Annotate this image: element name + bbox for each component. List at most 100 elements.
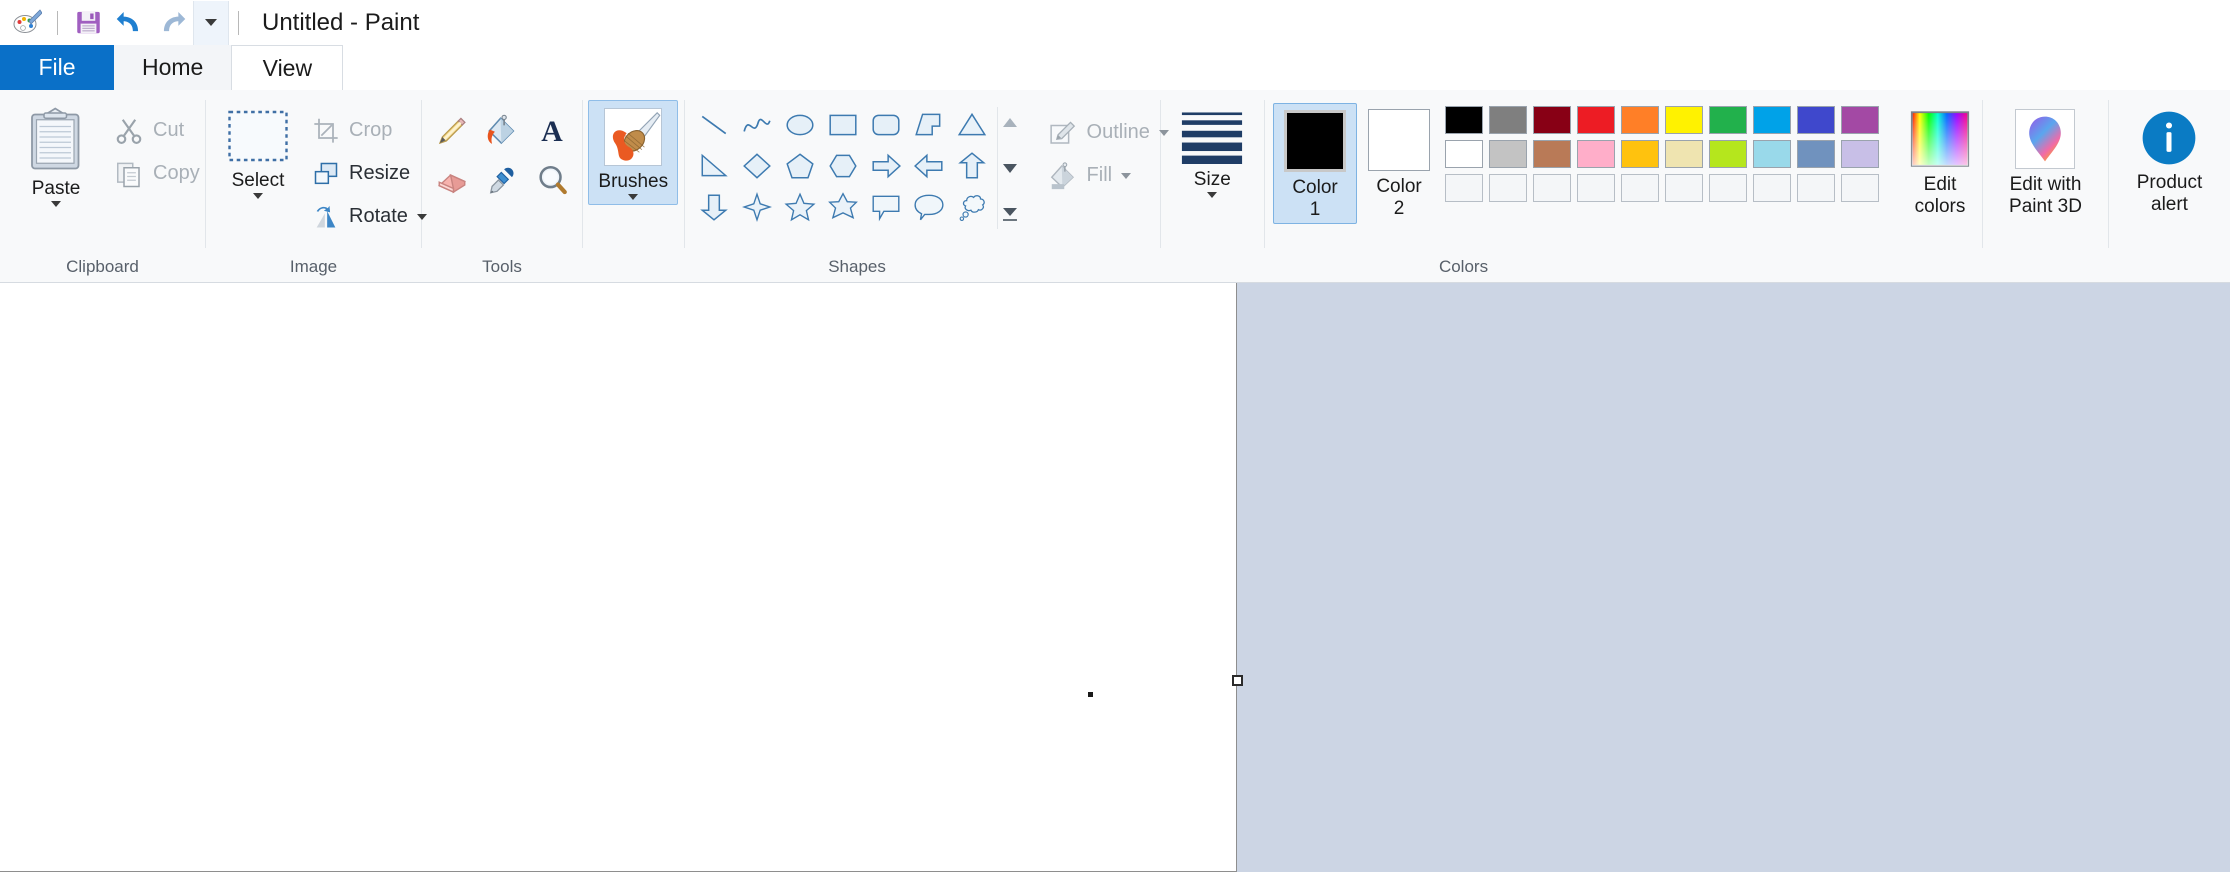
palette-swatch-r1c8[interactable] bbox=[1753, 106, 1792, 134]
size-chevron-down-icon[interactable] bbox=[1207, 192, 1218, 199]
shape-five-point-star[interactable] bbox=[779, 187, 821, 227]
shape-curve[interactable] bbox=[736, 105, 778, 145]
product-alert-button[interactable]: Product alert bbox=[2127, 103, 2212, 218]
paste-button[interactable]: Paste bbox=[10, 103, 102, 211]
magnifier-tool[interactable] bbox=[528, 156, 576, 203]
shapes-gallery bbox=[689, 103, 997, 229]
shape-rectangular-callout[interactable] bbox=[865, 187, 907, 227]
palette-swatch-r1c9[interactable] bbox=[1797, 106, 1836, 134]
color1-button[interactable]: Color 1 bbox=[1273, 103, 1358, 224]
palette-swatch-r2c1[interactable] bbox=[1445, 140, 1484, 168]
custom-swatch-r3c2[interactable] bbox=[1489, 174, 1528, 202]
shape-rounded-callout[interactable] bbox=[908, 187, 950, 227]
image-group-label: Image bbox=[289, 257, 338, 276]
palette-swatch-r2c2[interactable] bbox=[1489, 140, 1528, 168]
text-tool[interactable]: A bbox=[528, 107, 576, 154]
canvas-resize-handle-right[interactable] bbox=[1232, 675, 1243, 686]
shape-diamond[interactable] bbox=[736, 146, 778, 186]
palette-swatch-r2c5[interactable] bbox=[1621, 140, 1660, 168]
color1-label-line1: Color bbox=[1292, 177, 1338, 198]
palette-swatch-r1c1[interactable] bbox=[1445, 106, 1484, 134]
drawing-canvas[interactable] bbox=[0, 283, 1237, 872]
palette-swatch-r1c2[interactable] bbox=[1489, 106, 1528, 134]
select-button[interactable]: Select bbox=[214, 103, 302, 203]
shape-line[interactable] bbox=[693, 105, 735, 145]
palette-swatch-r2c9[interactable] bbox=[1797, 140, 1836, 168]
custom-swatch-r3c4[interactable] bbox=[1577, 174, 1616, 202]
palette-swatch-r1c10[interactable] bbox=[1841, 106, 1880, 134]
shapes-gallery-scrollbar[interactable] bbox=[996, 107, 1022, 229]
undo-icon[interactable] bbox=[109, 2, 151, 44]
custom-swatch-r3c7[interactable] bbox=[1709, 174, 1748, 202]
edit-with-paint3d-button[interactable]: Edit with Paint 3D bbox=[1999, 103, 2092, 220]
shape-right-triangle[interactable] bbox=[693, 146, 735, 186]
palette-swatch-r2c6[interactable] bbox=[1665, 140, 1704, 168]
ribbon-group-clipboard: Paste Cut Copy Clipboard bbox=[0, 90, 205, 282]
eraser-tool[interactable] bbox=[428, 156, 476, 203]
shape-down-arrow[interactable] bbox=[693, 187, 735, 227]
shapes-scroll-down-icon[interactable] bbox=[998, 155, 1022, 181]
custom-swatch-r3c5[interactable] bbox=[1621, 174, 1660, 202]
palette-swatch-r2c4[interactable] bbox=[1577, 140, 1616, 168]
shapes-scroll-up-icon[interactable] bbox=[998, 109, 1022, 135]
shape-polygon[interactable] bbox=[908, 105, 950, 145]
shape-right-arrow[interactable] bbox=[865, 146, 907, 186]
custom-swatch-r3c3[interactable] bbox=[1533, 174, 1572, 202]
tab-home[interactable]: Home bbox=[114, 45, 232, 90]
shape-up-arrow[interactable] bbox=[951, 146, 993, 186]
shape-triangle[interactable] bbox=[951, 105, 993, 145]
fill-button: Fill bbox=[1040, 154, 1177, 197]
palette-swatch-r1c7[interactable] bbox=[1709, 106, 1748, 134]
color-picker-tool[interactable] bbox=[478, 156, 526, 203]
color2-button[interactable]: Color 2 bbox=[1357, 103, 1441, 222]
ribbon-group-shapes: Outline Fill Shapes bbox=[685, 90, 1169, 282]
tab-view[interactable]: View bbox=[231, 45, 344, 90]
shape-rounded-rectangle[interactable] bbox=[865, 105, 907, 145]
app-logo-icon[interactable] bbox=[6, 2, 48, 44]
shape-six-point-star[interactable] bbox=[822, 187, 864, 227]
scissors-icon bbox=[114, 116, 144, 146]
resize-button[interactable]: Resize bbox=[304, 152, 435, 195]
select-chevron-down-icon[interactable] bbox=[253, 193, 263, 200]
paste-chevron-down-icon[interactable] bbox=[51, 201, 61, 208]
rotate-button[interactable]: Rotate bbox=[304, 195, 435, 238]
custom-swatch-r3c1[interactable] bbox=[1445, 174, 1484, 202]
palette-swatch-r2c3[interactable] bbox=[1533, 140, 1572, 168]
custom-swatch-r3c9[interactable] bbox=[1797, 174, 1836, 202]
tab-file[interactable]: File bbox=[0, 45, 114, 90]
customize-quick-access-icon[interactable] bbox=[193, 0, 229, 45]
palette-swatch-r1c3[interactable] bbox=[1533, 106, 1572, 134]
pencil-tool[interactable] bbox=[428, 107, 476, 154]
redo-icon[interactable] bbox=[151, 2, 193, 44]
custom-swatch-r3c8[interactable] bbox=[1753, 174, 1792, 202]
edit-colors-label-line2: colors bbox=[1914, 195, 1966, 217]
fill-with-color-tool[interactable] bbox=[478, 107, 526, 154]
shape-pentagon[interactable] bbox=[779, 146, 821, 186]
palette-swatch-r2c8[interactable] bbox=[1753, 140, 1792, 168]
color-palette[interactable] bbox=[1441, 103, 1882, 205]
shape-left-arrow[interactable] bbox=[908, 146, 950, 186]
palette-swatch-r1c4[interactable] bbox=[1577, 106, 1616, 134]
shape-hexagon[interactable] bbox=[822, 146, 864, 186]
paste-icon bbox=[25, 107, 87, 173]
palette-swatch-r1c5[interactable] bbox=[1621, 106, 1660, 134]
save-icon[interactable] bbox=[67, 2, 109, 44]
brushes-chevron-down-icon[interactable] bbox=[628, 194, 639, 201]
color2-label-line2: 2 bbox=[1393, 197, 1405, 219]
product-alert-group-label bbox=[2109, 252, 2230, 282]
shape-four-point-star[interactable] bbox=[736, 187, 778, 227]
paint3d-label-line2: Paint 3D bbox=[2009, 195, 2082, 217]
palette-swatch-r1c6[interactable] bbox=[1665, 106, 1704, 134]
shape-cloud-callout[interactable] bbox=[951, 187, 993, 227]
brushes-button[interactable]: Brushes bbox=[588, 100, 679, 206]
palette-swatch-r2c7[interactable] bbox=[1709, 140, 1748, 168]
shape-oval[interactable] bbox=[779, 105, 821, 145]
custom-swatch-r3c10[interactable] bbox=[1841, 174, 1880, 202]
shapes-expand-gallery-icon[interactable] bbox=[998, 201, 1022, 227]
size-button[interactable]: Size bbox=[1166, 104, 1258, 202]
shape-rectangle[interactable] bbox=[822, 105, 864, 145]
color1-label: Color 1 bbox=[1292, 177, 1337, 221]
palette-swatch-r2c10[interactable] bbox=[1841, 140, 1880, 168]
custom-swatch-r3c6[interactable] bbox=[1665, 174, 1704, 202]
edit-colors-button[interactable]: Edit colors bbox=[1898, 103, 1982, 220]
